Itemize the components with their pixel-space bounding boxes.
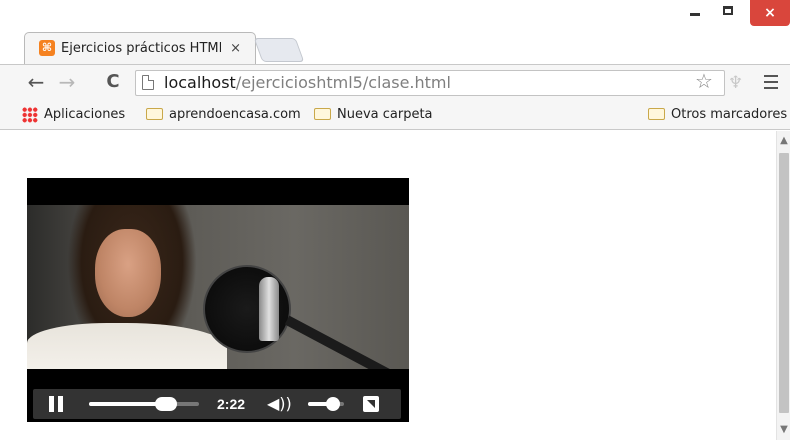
microphone (259, 277, 279, 341)
folder-icon (146, 107, 163, 120)
browser-window: ⌘ Ejercicios prácticos HTML × × ← → C lo… (0, 0, 790, 440)
extension-icon[interactable]: ♆ (728, 70, 743, 96)
seek-thumb[interactable] (155, 397, 177, 411)
seek-bar[interactable] (89, 397, 199, 411)
vertical-scrollbar[interactable]: ▲ ▼ (776, 131, 790, 440)
new-tab-button[interactable] (253, 38, 305, 62)
reload-icon[interactable]: C (101, 69, 125, 95)
bookmark-star-icon[interactable]: ☆ (695, 68, 713, 94)
browser-toolbar: ← → C localhost/ejercicioshtml5/clase.ht… (0, 64, 790, 101)
back-arrow-icon[interactable]: ← (24, 69, 48, 95)
bookmark-label: Aplicaciones (44, 107, 126, 122)
bookmark-label: Nueva carpeta (337, 107, 433, 122)
forward-arrow-icon[interactable]: → (55, 69, 79, 95)
volume-slider[interactable] (308, 397, 344, 411)
scroll-down-icon[interactable]: ▼ (777, 422, 790, 438)
url-text[interactable]: localhost/ejercicioshtml5/clase.html (164, 71, 451, 95)
volume-icon[interactable]: ◀)) (267, 392, 293, 416)
bookmark-label: aprendoencasa.com (169, 107, 301, 122)
url-path: /ejercicioshtml5/clase.html (235, 73, 451, 92)
minimize-button[interactable] (680, 0, 710, 24)
bookmark-otros-marcadores[interactable]: Otros marcadores (648, 100, 787, 130)
hamburger-menu-icon[interactable] (762, 69, 780, 95)
url-host: localhost (164, 73, 236, 92)
folder-icon (648, 107, 665, 120)
scroll-up-icon[interactable]: ▲ (777, 133, 790, 149)
bookmark-label: Otros marcadores (671, 107, 788, 122)
video-player[interactable]: 2:22 ◀)) (27, 178, 409, 422)
tab-close-icon[interactable]: × (230, 39, 241, 59)
maximize-button[interactable] (714, 0, 744, 24)
maximize-icon (723, 6, 733, 15)
video-controls: 2:22 ◀)) (33, 389, 401, 419)
minimize-icon (690, 13, 700, 16)
tab-title: Ejercicios prácticos HTML (61, 41, 221, 56)
scroll-thumb[interactable] (779, 153, 789, 413)
favicon-icon: ⌘ (39, 40, 55, 56)
page-icon (142, 75, 154, 90)
pause-icon[interactable] (49, 396, 63, 412)
volume-thumb[interactable] (326, 397, 341, 411)
video-frame (27, 205, 409, 369)
window-close-button[interactable]: × (750, 0, 790, 26)
tab-strip: ⌘ Ejercicios prácticos HTML × × (0, 0, 790, 65)
bookmark-aprendoencasa[interactable]: aprendoencasa.com (146, 100, 301, 130)
address-bar[interactable]: localhost/ejercicioshtml5/clase.html (135, 70, 725, 96)
apps-grid-icon (22, 106, 38, 123)
bookmarks-bar: Aplicaciones aprendoencasa.com Nueva car… (0, 100, 790, 130)
folder-icon (314, 107, 331, 120)
browser-tab[interactable]: ⌘ Ejercicios prácticos HTML × (24, 32, 256, 65)
current-time: 2:22 (217, 396, 246, 412)
fullscreen-icon[interactable] (363, 396, 379, 412)
bookmark-aplicaciones[interactable]: Aplicaciones (22, 100, 125, 130)
bookmark-nueva-carpeta[interactable]: Nueva carpeta (314, 100, 433, 130)
